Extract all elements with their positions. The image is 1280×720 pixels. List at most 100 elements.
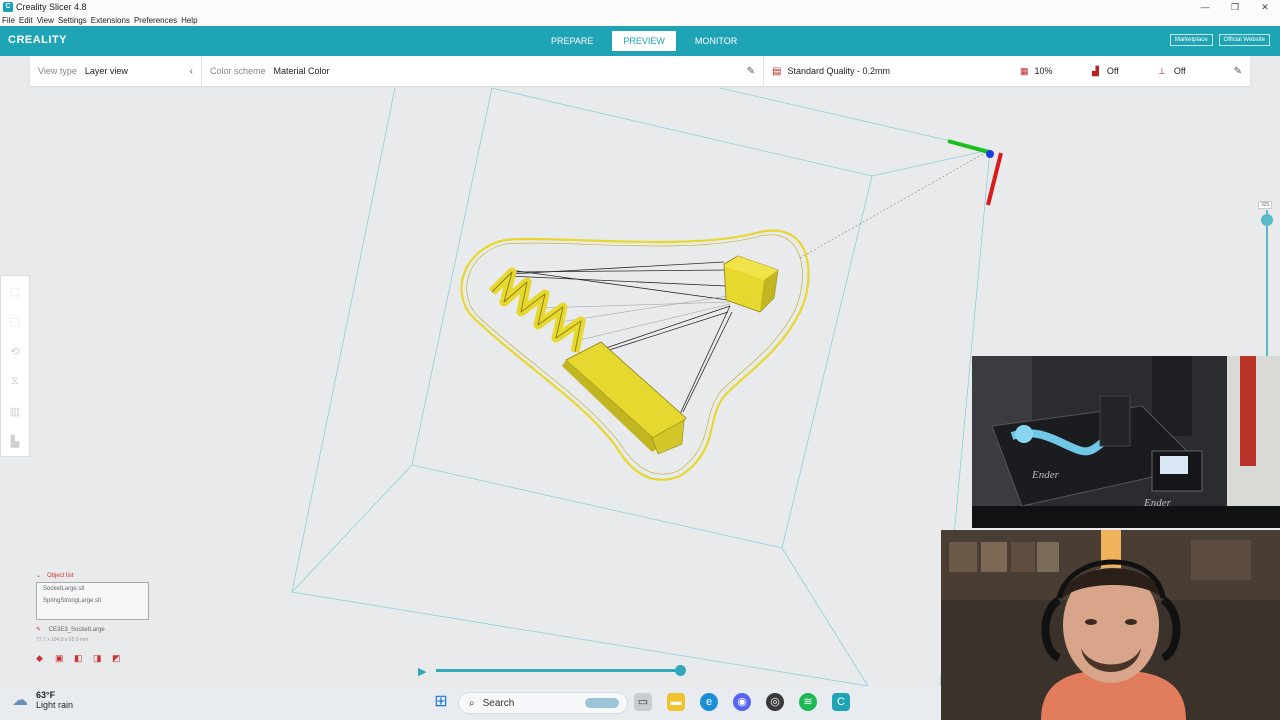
streamer-webcam — [941, 530, 1280, 720]
layer-slider-handle[interactable] — [1261, 214, 1273, 226]
layer-slider-value[interactable]: 325 — [1258, 201, 1273, 209]
object-list-header[interactable]: ⌄ Object list — [36, 572, 196, 580]
left-toolbar: ⬚ ⬚ ⟲ ⧖ ▥ ▙ — [0, 275, 30, 457]
quality-profile: Standard Quality - 0.2mm — [787, 66, 890, 76]
selected-object-info: ✎ CE3E3_SocketLarge — [36, 626, 196, 633]
windows-start-icon[interactable]: ⊞ — [432, 693, 450, 711]
maximize-icon[interactable]: ❐ — [1220, 0, 1250, 14]
object-list: SocketLarge.stl SpringStrongLarge.stl — [36, 582, 149, 620]
tab-monitor[interactable]: MONITOR — [684, 31, 748, 51]
pinned-apps: ▭ ▬ e ◉ ◎ ≋ C — [634, 693, 865, 711]
object-list-panel: ⌄ Object list SocketLarge.stl SpringStro… — [36, 572, 196, 682]
spring-base-model — [562, 341, 687, 455]
weather-condition: Light rain — [36, 700, 74, 710]
adhesion-value: Off — [1173, 66, 1186, 76]
official-website-button[interactable]: Official Website — [1218, 34, 1270, 46]
infill-icon: ▦ — [1020, 65, 1029, 76]
search-label: Search — [482, 697, 515, 709]
tab-prepare[interactable]: PREPARE — [540, 31, 604, 51]
scale-tool-icon[interactable]: ⬚ — [1, 306, 29, 336]
weather-widget[interactable]: ☁ 63°F Light rain — [12, 690, 73, 710]
menu-bar: File Edit View Settings Extensions Prefe… — [0, 14, 1280, 26]
app-header: CREALITY PREPARE PREVIEW MONITOR Marketp… — [0, 26, 1280, 56]
stage-tabs: PREPARE PREVIEW MONITOR — [540, 31, 756, 51]
menu-settings[interactable]: Settings — [58, 16, 87, 25]
left-view-icon[interactable]: ◨ — [93, 653, 103, 663]
socket-model — [723, 255, 779, 313]
windows-taskbar: ☁ 63°F Light rain ⊞ ⌕ Search ▭ ▬ e ◉ ◎ ≋… — [0, 686, 941, 720]
streamer-webcam-image — [941, 530, 1280, 720]
selected-object-dimensions: 77.7 x 104.9 x 65.0 mm — [36, 637, 89, 643]
file-explorer-icon[interactable]: ▬ — [667, 693, 685, 711]
support-value: Off — [1106, 66, 1119, 76]
view-settings-bar: View type Layer view ‹ Color scheme Mate… — [30, 56, 1250, 86]
spotify-icon[interactable]: ≋ — [799, 693, 817, 711]
right-view-icon[interactable]: ◩ — [112, 653, 122, 663]
chevron-left-icon[interactable]: ‹ — [190, 66, 193, 77]
creality-slicer-taskbar-icon[interactable]: C — [832, 693, 850, 711]
edge-browser-icon[interactable]: e — [700, 693, 718, 711]
view-orientation-buttons: ◆ ▣ ◧ ◨ ◩ — [36, 653, 196, 663]
menu-preferences[interactable]: Preferences — [134, 16, 177, 25]
cursor-marker: · — [746, 293, 749, 302]
tab-preview[interactable]: PREVIEW — [612, 31, 676, 51]
menu-edit[interactable]: Edit — [19, 16, 33, 25]
taskbar-search[interactable]: ⌕ Search — [458, 692, 628, 714]
task-view-icon[interactable]: ▭ — [634, 693, 652, 711]
support-blocker-icon[interactable]: ▙ — [1, 426, 29, 456]
move-tool-icon[interactable]: ⬚ — [1, 276, 29, 306]
rain-cloud-icon: ☁ — [12, 692, 28, 709]
chevron-down-icon[interactable]: ⌄ — [36, 572, 41, 579]
edit-name-icon[interactable]: ✎ — [36, 627, 41, 633]
playback-handle[interactable] — [675, 665, 686, 676]
view-type-selector[interactable]: View type Layer view ‹ — [30, 56, 202, 86]
mirror-tool-icon[interactable]: ⧖ — [1, 366, 29, 396]
menu-file[interactable]: File — [2, 16, 15, 25]
layer-slider-track[interactable] — [1266, 210, 1268, 360]
obs-icon[interactable]: ◎ — [766, 693, 784, 711]
window-controls: — ❐ ✕ — [1190, 0, 1280, 14]
printer-camera-image: Ender Ender — [972, 356, 1280, 528]
top-view-icon[interactable]: ◧ — [74, 653, 84, 663]
view-type-value: Layer view — [84, 66, 128, 76]
print-settings-summary[interactable]: ▤ Standard Quality - 0.2mm ▦ 10% ▟ Off ⊥… — [764, 56, 1250, 86]
adhesion-setting: ⊥ Off — [1158, 66, 1186, 77]
minimize-icon[interactable]: — — [1190, 0, 1220, 14]
play-icon[interactable]: ▶ — [418, 665, 426, 678]
settings-pencil-icon[interactable]: ✎ — [1234, 66, 1242, 77]
search-icon: ⌕ — [469, 697, 475, 709]
playback-track[interactable] — [436, 669, 681, 672]
adhesion-icon: ⊥ — [1158, 65, 1166, 76]
color-scheme-selector[interactable]: Color scheme Material Color ✎ — [202, 56, 764, 86]
printer-camera-feed: Ender Ender — [972, 356, 1280, 528]
object-item-spring[interactable]: SpringStrongLarge.stl — [37, 595, 148, 607]
selected-object-name: CE3E3_SocketLarge — [48, 627, 105, 633]
infill-setting: ▦ 10% — [1020, 66, 1053, 77]
weather-temperature: 63°F — [36, 690, 56, 700]
per-model-settings-icon[interactable]: ▥ — [1, 396, 29, 426]
layer-playback: ▶ — [418, 664, 688, 678]
object-list-title: Object list — [47, 572, 74, 579]
discord-icon[interactable]: ◉ — [733, 693, 751, 711]
axis-gizmo — [947, 139, 1003, 206]
3d-view-icon[interactable]: ◆ — [36, 653, 46, 663]
search-highlight-icon — [585, 698, 619, 708]
color-scheme-label: Color scheme — [210, 66, 266, 76]
rotate-tool-icon[interactable]: ⟲ — [1, 336, 29, 366]
window-titlebar: C Creality Slicer 4.8 — ❐ ✕ — [0, 0, 1280, 14]
creality-app-icon: C — [3, 2, 13, 12]
header-links: Marketplace Official Website — [1164, 34, 1270, 46]
object-item-socket[interactable]: SocketLarge.stl — [37, 583, 148, 595]
creality-logo: CREALITY — [8, 34, 67, 46]
menu-help[interactable]: Help — [181, 16, 197, 25]
pencil-icon[interactable]: ✎ — [747, 66, 755, 77]
marketplace-button[interactable]: Marketplace — [1169, 34, 1213, 46]
support-icon: ▟ — [1092, 65, 1099, 76]
menu-extensions[interactable]: Extensions — [91, 16, 130, 25]
color-scheme-value: Material Color — [273, 66, 330, 76]
front-view-icon[interactable]: ▣ — [55, 653, 65, 663]
support-setting: ▟ Off — [1092, 66, 1119, 77]
menu-view[interactable]: View — [37, 16, 54, 25]
close-icon[interactable]: ✕ — [1250, 0, 1280, 14]
view-type-label: View type — [38, 66, 77, 76]
